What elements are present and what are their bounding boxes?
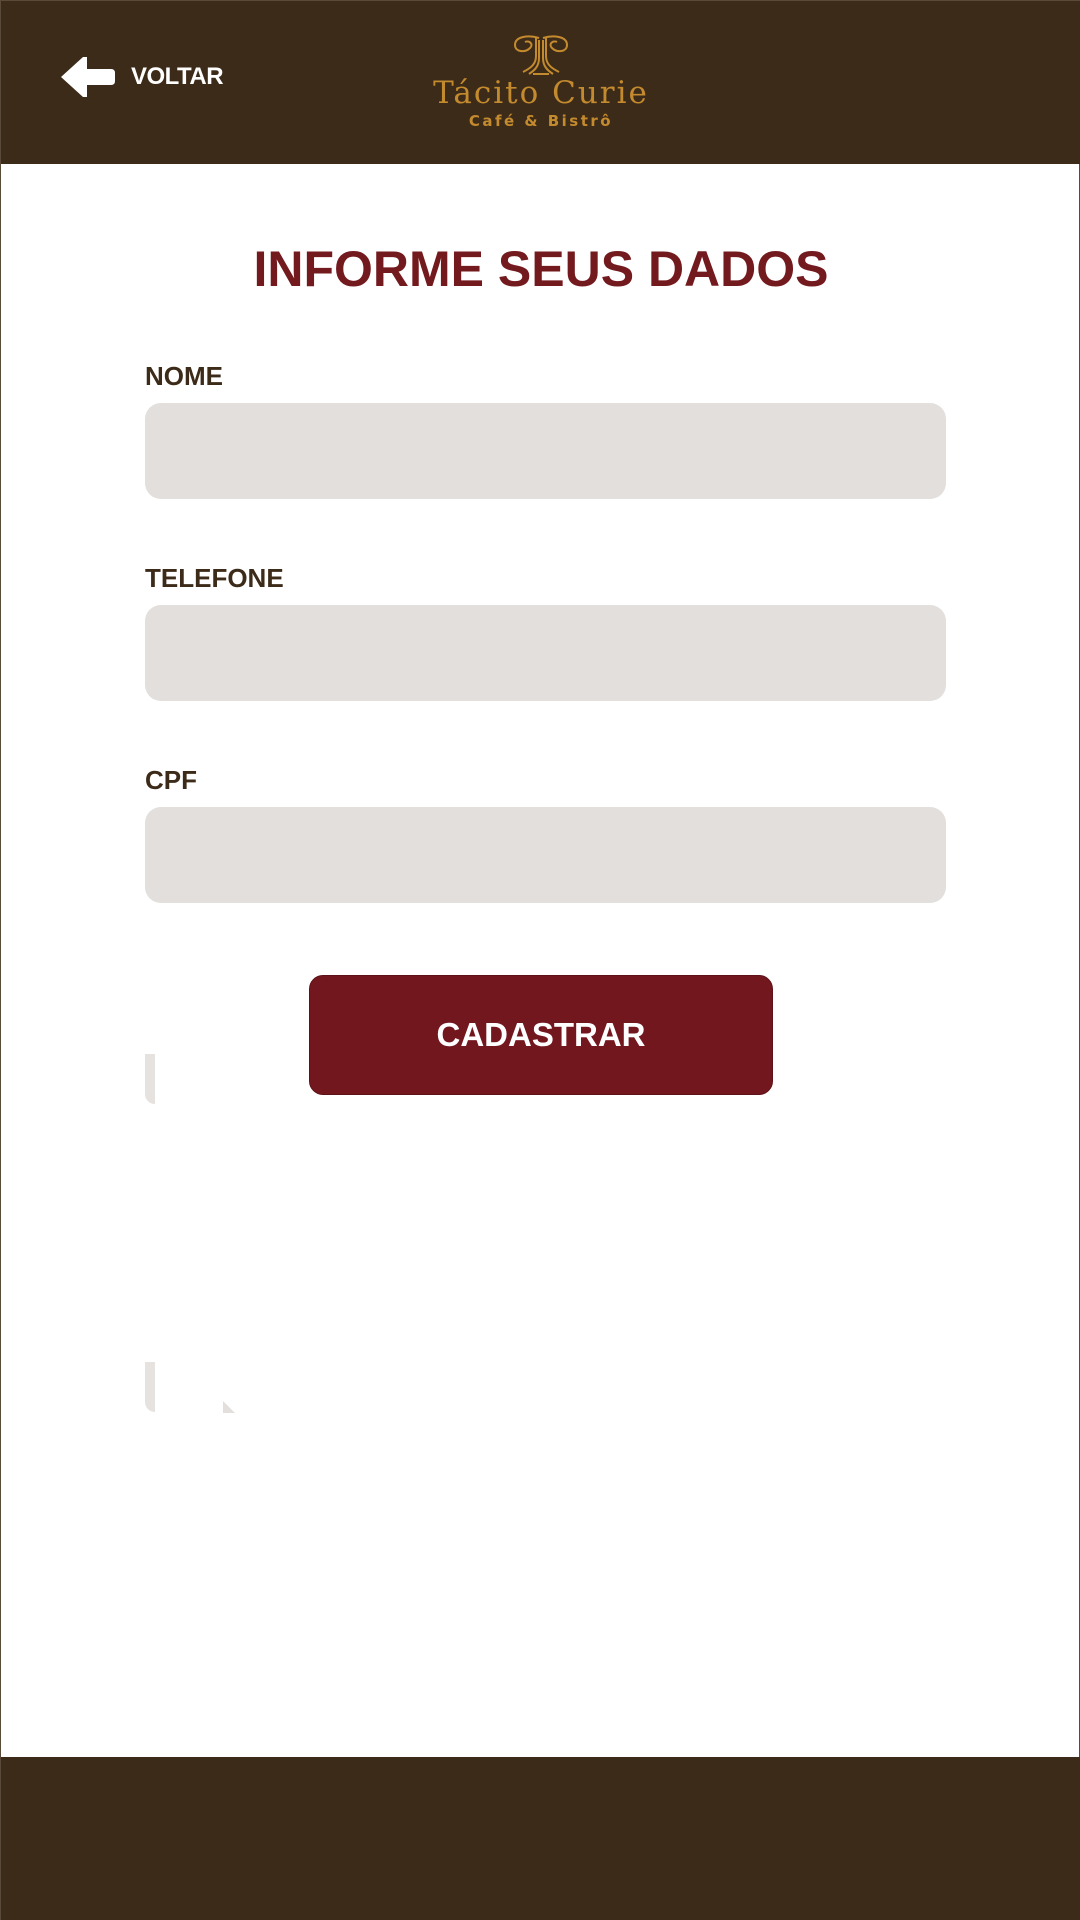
register-button[interactable]: CADASTRAR: [309, 975, 773, 1095]
cpf-input[interactable]: [145, 807, 946, 903]
phone-label: TELEFONE: [145, 563, 284, 593]
phone-input[interactable]: [145, 605, 946, 701]
name-input[interactable]: [145, 403, 946, 499]
header-bar: VOLTAR Tácito Curie Café & Bistrô: [1, 1, 1080, 164]
back-label: VOLTAR: [131, 63, 224, 90]
cpf-label: CPF: [145, 765, 197, 795]
logo-mark-icon: [513, 35, 569, 75]
register-page: VOLTAR Tácito Curie Café & Bistrô INFORM…: [0, 0, 1080, 1920]
residual-artifact: [223, 1401, 235, 1413]
back-button[interactable]: VOLTAR: [59, 53, 224, 101]
arrow-left-icon: [61, 57, 115, 97]
name-label: NOME: [145, 361, 223, 391]
logo-subtitle: Café & Bistrô: [468, 112, 614, 130]
residual-artifact: [145, 1362, 155, 1412]
logo-name: Tácito Curie: [433, 75, 649, 111]
page-title: INFORME SEUS DADOS: [253, 241, 829, 297]
residual-artifact: [145, 1054, 155, 1104]
brand-logo: Tácito Curie Café & Bistrô: [421, 34, 661, 134]
footer-bar: [1, 1757, 1080, 1920]
